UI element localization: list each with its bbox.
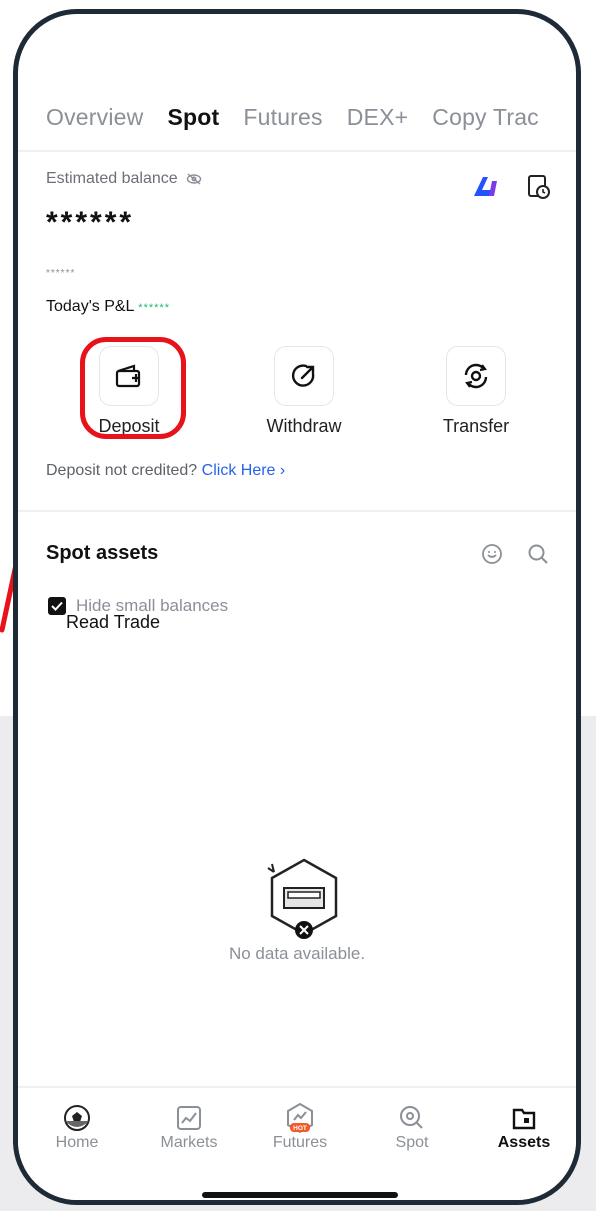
divider xyxy=(18,150,576,152)
todays-pnl: Today's P&L ****** xyxy=(46,298,170,316)
nav-futures-label: Futures xyxy=(272,1134,328,1151)
tab-copy-trading[interactable]: Copy Trac xyxy=(432,104,539,131)
assets-screen: Overview Spot Futures DEX+ Copy Trac Est… xyxy=(18,14,576,1200)
nav-markets-label: Markets xyxy=(160,1134,218,1151)
asset-tabs: Overview Spot Futures DEX+ Copy Trac xyxy=(46,104,539,131)
withdraw-icon-box xyxy=(274,346,334,406)
phone-frame: Overview Spot Futures DEX+ Copy Trac Est… xyxy=(13,9,581,1205)
search-icon[interactable] xyxy=(526,542,550,566)
no-data-illustration xyxy=(267,858,338,939)
pnl-label: Today's P&L xyxy=(46,298,134,315)
transfer-button[interactable]: Transfer xyxy=(416,346,536,437)
deposit-not-credited-notice: Deposit not credited? Click Here › xyxy=(46,462,285,480)
home-ball-icon xyxy=(64,1105,90,1131)
spot-icon xyxy=(400,1106,423,1129)
tab-dex[interactable]: DEX+ xyxy=(347,104,409,131)
assets-wallet-icon xyxy=(512,1108,536,1130)
futures-hot-icon: HOT xyxy=(287,1102,313,1134)
read-trade-overlay: Read Trade xyxy=(66,612,161,633)
markets-chart-icon xyxy=(177,1106,201,1130)
nav-markets[interactable]: Markets xyxy=(144,1102,234,1152)
deposit-highlight-circle xyxy=(80,337,186,439)
estimated-balance-label: Estimated balance xyxy=(46,170,202,188)
tab-futures[interactable]: Futures xyxy=(243,104,322,131)
withdraw-arrow-icon xyxy=(291,364,315,387)
checkmark-icon xyxy=(51,601,63,611)
withdraw-label: Withdraw xyxy=(266,416,342,436)
transfer-cycle-icon xyxy=(464,363,488,389)
hot-badge: HOT xyxy=(293,1125,307,1132)
withdraw-button[interactable]: Withdraw xyxy=(244,346,364,437)
transfer-icon-box xyxy=(446,346,506,406)
pnl-value: ****** xyxy=(138,302,170,314)
nav-home-label: Home xyxy=(55,1134,99,1151)
divider xyxy=(18,510,576,512)
empty-state-text: No data available. xyxy=(228,944,366,963)
home-indicator[interactable] xyxy=(202,1192,398,1198)
nav-assets[interactable]: Assets xyxy=(479,1102,569,1152)
balance-fiat-value: ****** xyxy=(46,268,76,279)
estimated-balance-value: ****** xyxy=(46,206,135,239)
chevron-right-icon[interactable]: › xyxy=(280,462,285,479)
spot-assets-title: Spot assets xyxy=(46,542,159,564)
notice-text: Deposit not credited? xyxy=(46,462,198,479)
transfer-label: Transfer xyxy=(442,416,510,436)
nav-spot-label: Spot xyxy=(395,1134,429,1151)
click-here-link[interactable]: Click Here xyxy=(202,462,276,479)
checkbox-checked-icon[interactable] xyxy=(48,597,66,615)
order-history-icon[interactable] xyxy=(527,174,551,200)
smile-feedback-icon[interactable] xyxy=(480,542,504,566)
nav-home[interactable]: Home xyxy=(32,1102,122,1152)
ai-logo-icon[interactable] xyxy=(472,174,506,198)
estimated-balance-text: Estimated balance xyxy=(46,170,178,187)
eye-slash-icon[interactable] xyxy=(186,173,202,185)
nav-futures[interactable]: HOT Futures xyxy=(255,1102,345,1152)
tab-spot[interactable]: Spot xyxy=(167,104,219,131)
nav-spot[interactable]: Spot xyxy=(367,1102,457,1152)
nav-assets-label: Assets xyxy=(497,1134,551,1151)
tab-overview[interactable]: Overview xyxy=(46,104,143,131)
